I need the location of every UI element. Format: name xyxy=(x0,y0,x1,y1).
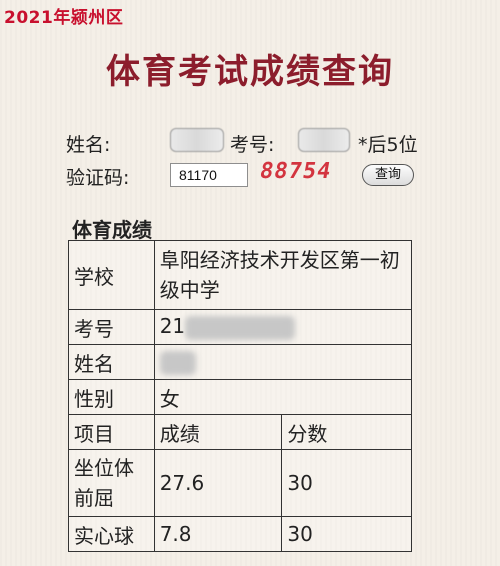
score-table: 学校 阜阳经济技术开发区第一初级中学 考号 21 姓名 性别 女 项目 成绩 分… xyxy=(68,240,413,552)
name-redaction xyxy=(159,350,196,375)
exam-no-label-cell: 考号 xyxy=(68,309,155,345)
section-title: 体育成绩 xyxy=(72,218,152,242)
exam-no-value-cell: 21 xyxy=(153,309,413,345)
school-label-cell: 学校 xyxy=(68,240,155,310)
name-label-cell: 姓名 xyxy=(68,344,155,380)
school-value-cell: 阜阳经济技术开发区第一初级中学 xyxy=(153,240,413,310)
captcha-label: 验证码: xyxy=(66,167,130,189)
table-row: 坐位体前屈 27.6 30 xyxy=(68,449,412,517)
row-item: 坐位体前屈 xyxy=(68,449,155,517)
table-row-name: 姓名 xyxy=(68,344,413,380)
header-points: 分数 xyxy=(281,414,412,450)
table-row-gender: 性别 女 xyxy=(68,379,413,415)
exam-no-value: 21 xyxy=(159,314,186,339)
exam-no-hint: *后5位 xyxy=(358,134,418,156)
row-score: 7.8 xyxy=(153,516,283,552)
name-input[interactable] xyxy=(170,128,224,152)
gender-label-cell: 性别 xyxy=(68,379,155,415)
row-points: 30 xyxy=(281,516,412,552)
table-header-row: 项目 成绩 分数 xyxy=(68,414,412,450)
row-item: 实心球 xyxy=(68,516,155,552)
table-row: 实心球 7.8 30 xyxy=(68,516,412,552)
page-title: 体育考试成绩查询 xyxy=(106,52,394,92)
exam-no-input[interactable] xyxy=(298,128,350,152)
name-label: 姓名: xyxy=(66,134,111,156)
header-item: 项目 xyxy=(68,414,155,450)
row-points: 30 xyxy=(281,449,412,517)
header-score: 成绩 xyxy=(153,414,283,450)
table-row-school: 学校 阜阳经济技术开发区第一初级中学 xyxy=(68,240,413,310)
row-score: 27.6 xyxy=(153,449,283,517)
name-value-cell xyxy=(153,344,413,380)
captcha-input[interactable]: 81170 xyxy=(170,163,248,187)
query-button[interactable]: 查询 xyxy=(362,164,414,186)
exam-no-redaction xyxy=(185,315,296,340)
page-background: 2021年颍州区 体育考试成绩查询 姓名: 考号: *后5位 验证码: 8117… xyxy=(0,0,500,566)
captcha-image: 88754 xyxy=(257,159,334,184)
gender-value-cell: 女 xyxy=(153,379,413,415)
region-year-label: 2021年颍州区 xyxy=(4,8,124,28)
exam-no-label: 考号: xyxy=(230,134,275,156)
table-row-exam-no: 考号 21 xyxy=(68,309,413,345)
